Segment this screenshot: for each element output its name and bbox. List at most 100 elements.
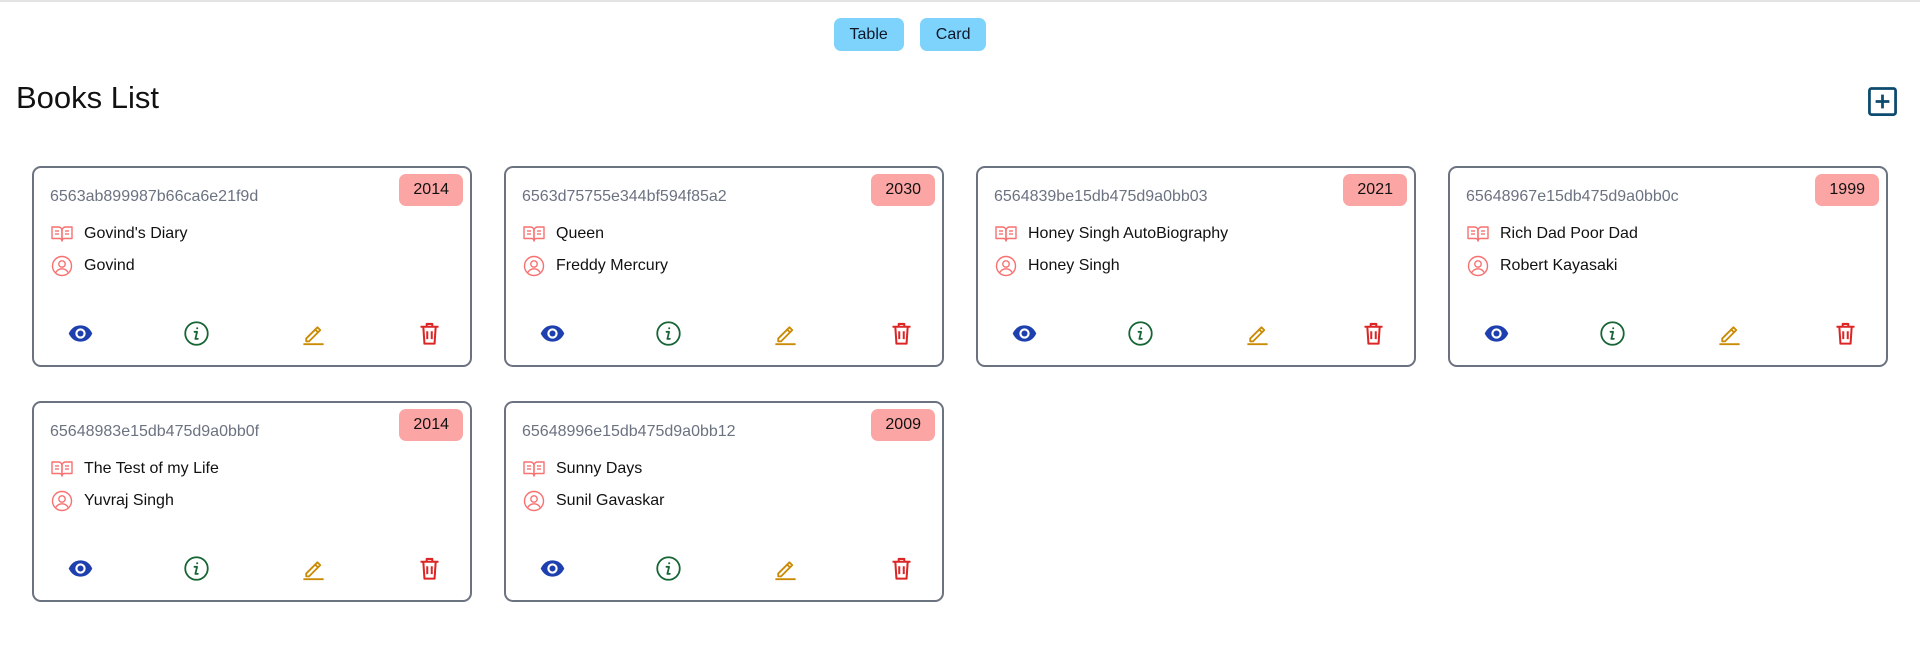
pencil-icon <box>1247 325 1268 345</box>
info-button[interactable] <box>183 319 211 347</box>
year-badge: 2014 <box>399 409 463 441</box>
edit-button[interactable] <box>1243 319 1271 347</box>
info-circle-icon <box>184 555 209 581</box>
book-title: Queen <box>556 225 605 242</box>
year-badge: 2021 <box>1343 174 1407 206</box>
pencil-icon <box>303 325 324 345</box>
book-title-row: The Test of my Life <box>50 457 219 481</box>
table-view-button[interactable]: Table <box>833 18 904 51</box>
info-circle-icon <box>656 320 681 346</box>
card-actions <box>1010 319 1388 347</box>
info-circle-icon <box>656 555 681 581</box>
book-title-row: Rich Dad Poor Dad <box>1466 222 1638 246</box>
edit-button[interactable] <box>1715 319 1743 347</box>
card-actions <box>1482 319 1860 347</box>
open-book-icon <box>523 226 545 242</box>
delete-button[interactable] <box>1360 319 1388 347</box>
book-id: 6563d75755e344bf594f85a2 <box>522 188 727 205</box>
book-id: 65648967e15db475d9a0bb0c <box>1466 188 1679 205</box>
book-id: 6563ab899987b66ca6e21f9d <box>50 188 259 205</box>
pencil-icon <box>775 560 796 580</box>
info-circle-icon <box>1600 320 1625 346</box>
eye-icon <box>540 559 564 577</box>
plus-square-icon <box>1868 87 1897 116</box>
user-circle-icon <box>523 490 545 512</box>
eye-icon <box>1012 324 1036 342</box>
book-author: Govind <box>84 257 135 274</box>
card-view-button[interactable]: Card <box>919 18 987 51</box>
card-actions <box>66 554 444 582</box>
info-button[interactable] <box>1127 319 1155 347</box>
delete-button[interactable] <box>416 554 444 582</box>
add-book-button[interactable] <box>1866 85 1899 118</box>
view-button[interactable] <box>538 554 566 582</box>
open-book-icon <box>51 226 73 242</box>
open-book-icon <box>1467 226 1489 242</box>
book-author: Freddy Mercury <box>556 257 669 274</box>
book-id: 6564839be15db475d9a0bb03 <box>994 188 1208 205</box>
pencil-icon <box>303 560 324 580</box>
delete-button[interactable] <box>888 554 916 582</box>
user-circle-icon <box>523 255 545 277</box>
year-badge: 2030 <box>871 174 935 206</box>
trash-icon <box>1364 322 1383 345</box>
info-button[interactable] <box>183 554 211 582</box>
view-button[interactable] <box>66 554 94 582</box>
info-circle-icon <box>184 320 209 346</box>
book-title-row: Honey Singh AutoBiography <box>994 222 1228 246</box>
edit-button[interactable] <box>299 554 327 582</box>
card-actions <box>538 554 916 582</box>
book-id: 65648996e15db475d9a0bb12 <box>522 423 736 440</box>
book-author-row: Honey Singh <box>994 254 1120 278</box>
book-card: 1999 65648967e15db475d9a0bb0c Rich Dad P… <box>1448 166 1888 367</box>
info-button[interactable] <box>1599 319 1627 347</box>
edit-button[interactable] <box>771 319 799 347</box>
open-book-icon <box>523 461 545 477</box>
eye-icon <box>540 324 564 342</box>
book-author: Yuvraj Singh <box>84 492 174 509</box>
view-button[interactable] <box>538 319 566 347</box>
book-title: Rich Dad Poor Dad <box>1500 225 1638 242</box>
book-author-row: Sunil Gavaskar <box>522 489 665 513</box>
book-author: Robert Kayasaki <box>1500 257 1618 274</box>
trash-icon <box>420 557 439 580</box>
book-card: 2009 65648996e15db475d9a0bb12 Sunny Days <box>504 401 944 602</box>
book-author: Honey Singh <box>1028 257 1120 274</box>
view-button[interactable] <box>1482 319 1510 347</box>
info-circle-icon <box>1128 320 1153 346</box>
book-card: 2014 65648983e15db475d9a0bb0f The Test o… <box>32 401 472 602</box>
view-button[interactable] <box>1010 319 1038 347</box>
trash-icon <box>892 322 911 345</box>
info-button[interactable] <box>655 554 683 582</box>
edit-button[interactable] <box>771 554 799 582</box>
user-circle-icon <box>51 490 73 512</box>
eye-icon <box>68 324 92 342</box>
pencil-icon <box>1719 325 1740 345</box>
book-title-row: Queen <box>522 222 604 246</box>
info-button[interactable] <box>655 319 683 347</box>
book-author-row: Yuvraj Singh <box>50 489 174 513</box>
view-toggle: Table Card <box>0 18 1920 51</box>
year-badge: 2009 <box>871 409 935 441</box>
book-card: 2014 6563ab899987b66ca6e21f9d Govind's D… <box>32 166 472 367</box>
year-badge: 1999 <box>1815 174 1879 206</box>
book-author: Sunil Gavaskar <box>556 492 665 509</box>
book-card: 2030 6563d75755e344bf594f85a2 Queen Fred… <box>504 166 944 367</box>
open-book-icon <box>51 461 73 477</box>
book-author-row: Freddy Mercury <box>522 254 668 278</box>
card-actions <box>538 319 916 347</box>
delete-button[interactable] <box>888 319 916 347</box>
user-circle-icon <box>995 255 1017 277</box>
eye-icon <box>1484 324 1508 342</box>
trash-icon <box>892 557 911 580</box>
view-button[interactable] <box>66 319 94 347</box>
book-id: 65648983e15db475d9a0bb0f <box>50 423 260 440</box>
delete-button[interactable] <box>1832 319 1860 347</box>
book-title: Honey Singh AutoBiography <box>1028 225 1229 242</box>
year-badge: 2014 <box>399 174 463 206</box>
top-divider <box>0 0 1920 2</box>
edit-button[interactable] <box>299 319 327 347</box>
delete-button[interactable] <box>416 319 444 347</box>
book-title: Govind's Diary <box>84 225 188 242</box>
pencil-icon <box>775 325 796 345</box>
